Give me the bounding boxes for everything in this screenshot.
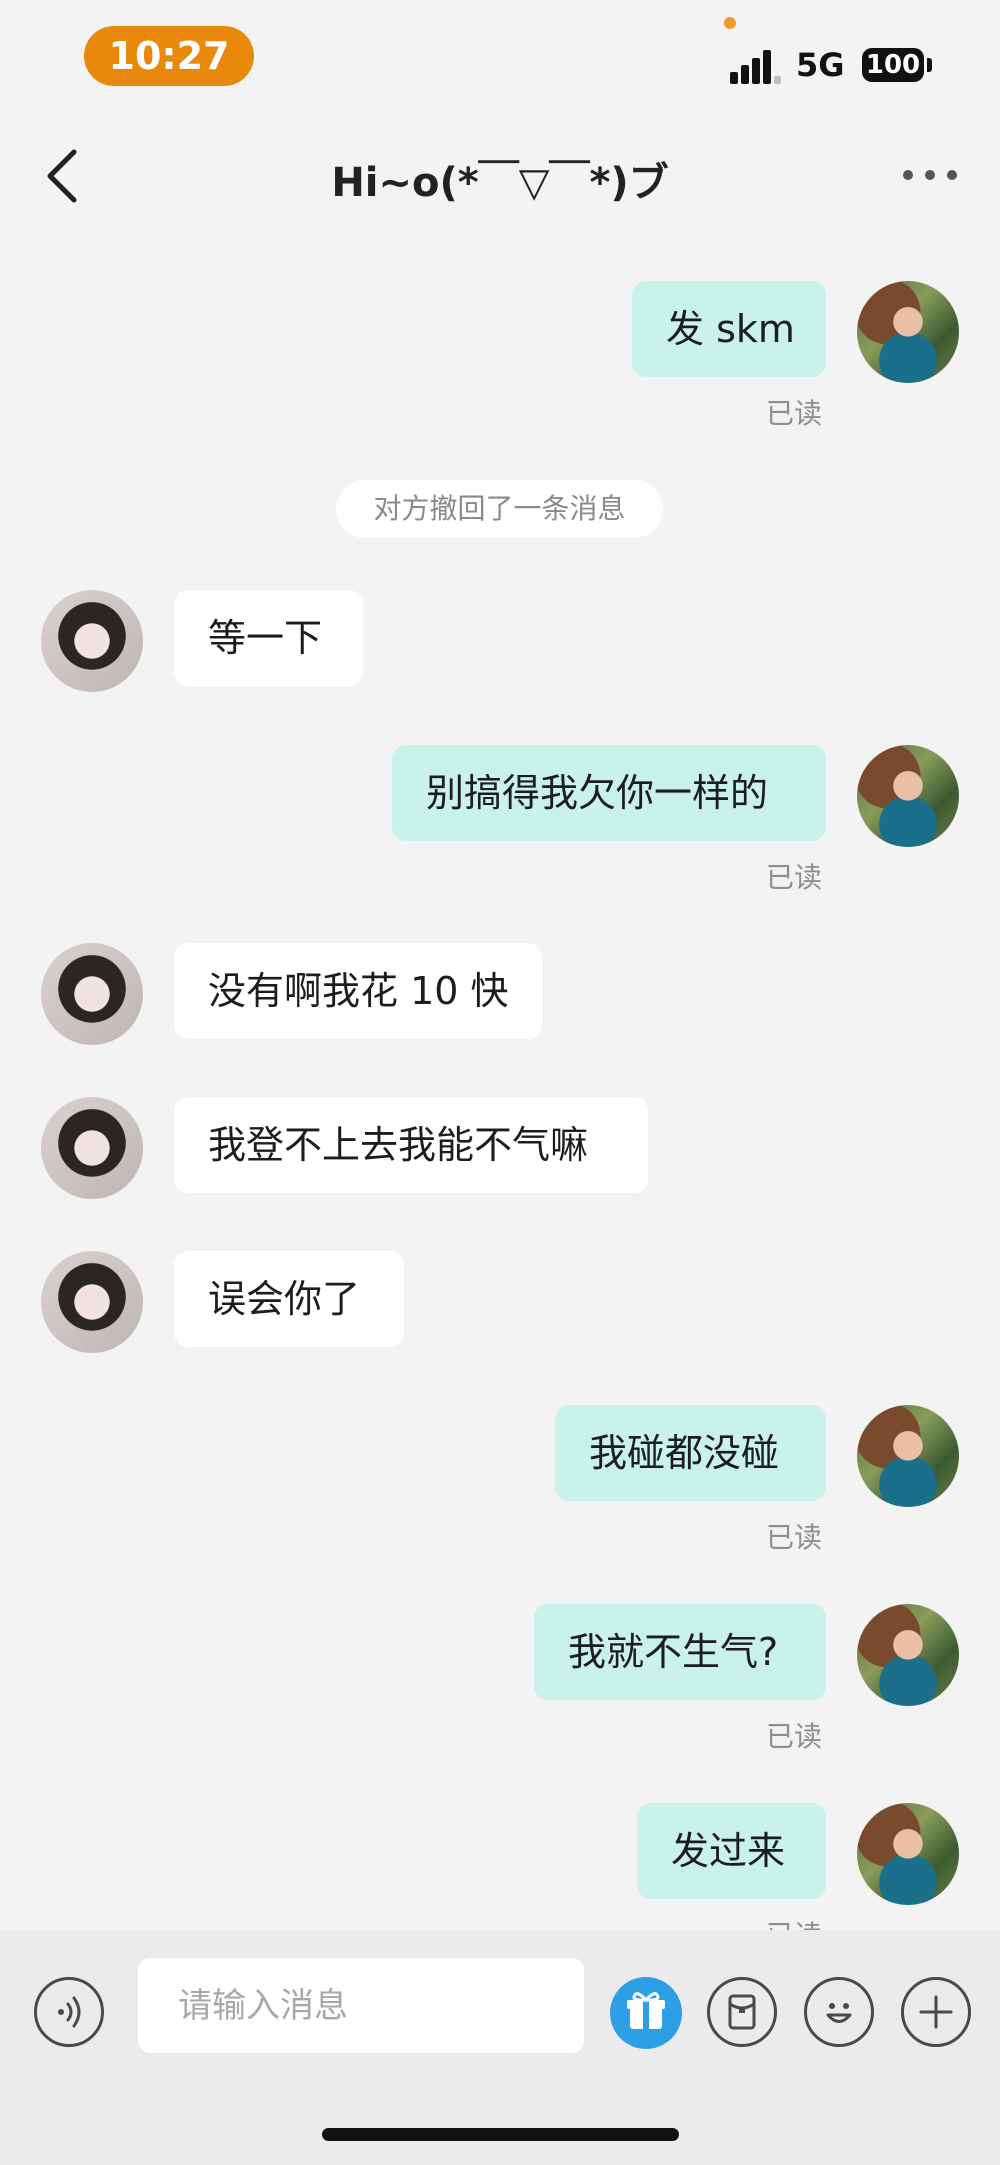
add-more-icon[interactable] xyxy=(901,1977,971,2047)
emoji-icon[interactable] xyxy=(804,1977,874,2047)
avatar-contact[interactable] xyxy=(41,1097,143,1199)
red-packet-icon[interactable] xyxy=(707,1977,777,2047)
avatar-self[interactable] xyxy=(857,281,959,383)
message-bubble-self[interactable]: 我碰都没碰 xyxy=(555,1405,826,1501)
chat-header: Hi~o(*￣▽￣*)ブ xyxy=(0,110,1000,240)
voice-input-icon[interactable] xyxy=(34,1977,104,2047)
recall-notice: 对方撤回了一条消息 xyxy=(336,480,663,538)
back-arrow-icon[interactable] xyxy=(36,146,90,206)
read-receipt: 已读 xyxy=(766,397,823,430)
avatar-contact[interactable] xyxy=(41,943,143,1045)
message-bubble-self[interactable]: 发过来 xyxy=(637,1803,826,1899)
avatar-self[interactable] xyxy=(857,1604,959,1706)
avatar-contact[interactable] xyxy=(41,590,143,692)
chat-title: Hi~o(*￣▽￣*)ブ xyxy=(331,160,669,206)
message-bubble-contact[interactable]: 没有啊我花 10 快 xyxy=(174,943,542,1039)
home-indicator[interactable] xyxy=(322,2128,679,2141)
gift-icon[interactable] xyxy=(610,1977,682,2049)
read-receipt: 已读 xyxy=(766,1914,822,1930)
message-list[interactable]: 发 skm 已读 对方撤回了一条消息 等一下 别搞得我欠你一样的 已读 没有啊我… xyxy=(0,0,1000,1930)
message-bubble-self[interactable]: 别搞得我欠你一样的 xyxy=(392,745,826,841)
avatar-self[interactable] xyxy=(857,1803,959,1905)
avatar-self[interactable] xyxy=(857,1405,959,1507)
message-bubble-contact[interactable]: 等一下 xyxy=(174,590,363,686)
read-receipt: 已读 xyxy=(766,1521,823,1554)
more-options-icon[interactable] xyxy=(900,162,960,188)
message-bubble-self[interactable]: 发 skm xyxy=(632,281,826,377)
avatar-self[interactable] xyxy=(857,745,959,847)
read-receipt: 已读 xyxy=(766,1720,823,1753)
message-bubble-self[interactable]: 我就不生气? xyxy=(534,1604,826,1700)
message-bubble-contact[interactable]: 我登不上去我能不气嘛 xyxy=(174,1097,648,1193)
message-input[interactable] xyxy=(138,1958,584,2053)
read-receipt: 已读 xyxy=(766,861,823,894)
avatar-contact[interactable] xyxy=(41,1251,143,1353)
message-bubble-contact[interactable]: 误会你了 xyxy=(174,1251,404,1347)
